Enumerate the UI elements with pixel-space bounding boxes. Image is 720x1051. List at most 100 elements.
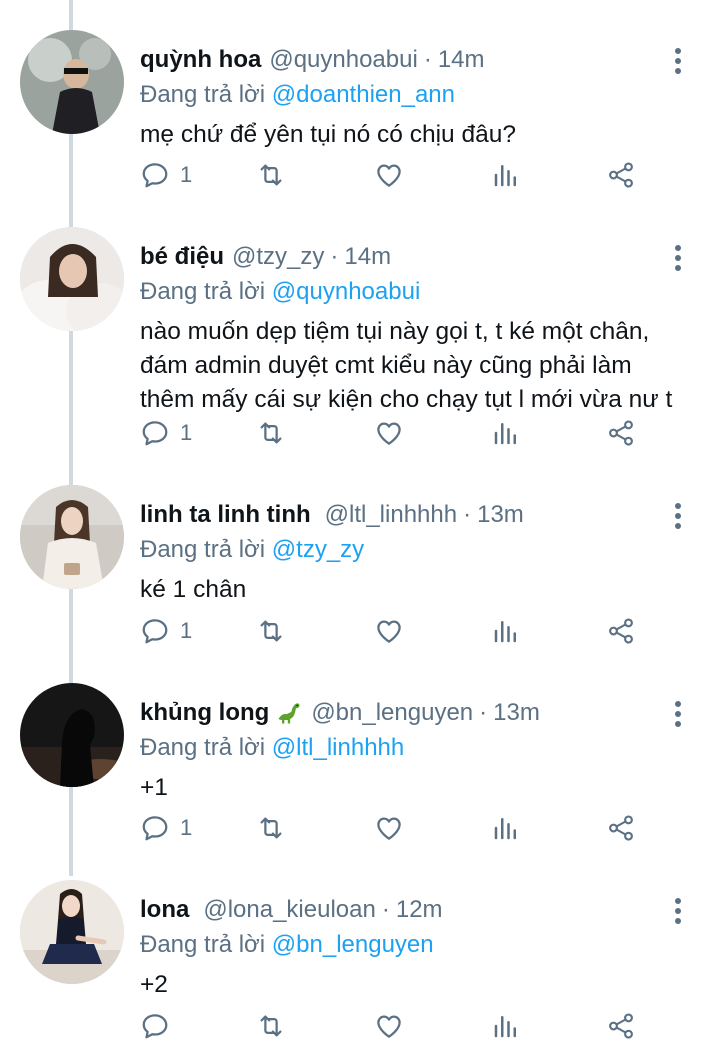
retweet-icon (260, 1015, 282, 1037)
analytics-button[interactable] (491, 1006, 521, 1046)
heart-icon (377, 1015, 401, 1038)
reply-to-mention[interactable]: @doanthien_ann (272, 81, 455, 108)
speech-bubble-icon (142, 1014, 168, 1039)
more-options-icon[interactable] (666, 697, 690, 731)
avatar[interactable] (20, 485, 124, 589)
analytics-button[interactable] (491, 611, 521, 651)
reply-to-mention[interactable]: @tzy_zy (272, 536, 364, 563)
share-button[interactable] (606, 155, 636, 195)
display-name[interactable]: quỳnh hoa (140, 44, 261, 76)
timestamp[interactable]: 13m (477, 499, 524, 531)
share-button[interactable] (606, 413, 636, 453)
reply-prefix: Đang trả lời (140, 278, 266, 305)
more-options-icon[interactable] (666, 44, 690, 78)
retweet-icon (260, 620, 282, 642)
tweet-text-line: +2 (140, 971, 168, 998)
reply-prefix: Đang trả lời (140, 734, 266, 761)
retweet-button[interactable] (256, 808, 286, 848)
retweet-button[interactable] (256, 155, 286, 195)
user-handle[interactable]: @lona_kieuloan (203, 894, 376, 926)
retweet-icon (260, 422, 282, 444)
like-button[interactable] (374, 808, 404, 848)
tweet-header: lona @lona_kieuloan · 12m (140, 894, 443, 926)
replying-to: Đang trả lời @tzy_zy (140, 534, 364, 566)
tweet-text: nào muốn dẹp tiệm tụi này gọi t, t ké mộ… (140, 315, 710, 417)
analytics-button[interactable] (491, 413, 521, 453)
avatar[interactable] (20, 880, 124, 984)
bar-chart-icon (494, 621, 516, 643)
like-button[interactable] (374, 1006, 404, 1046)
avatar[interactable] (20, 30, 124, 134)
more-options-icon[interactable] (666, 894, 690, 928)
tweet-text: +1 (140, 771, 710, 805)
speech-bubble-icon (142, 421, 168, 446)
user-handle[interactable]: @bn_lenguyen (311, 697, 473, 729)
share-icon (609, 420, 633, 446)
more-options-icon[interactable] (666, 241, 690, 275)
timestamp[interactable]: 12m (396, 894, 443, 926)
retweet-button[interactable] (256, 1006, 286, 1046)
user-handle[interactable]: @ltl_linhhhh (325, 499, 457, 531)
share-button[interactable] (606, 1006, 636, 1046)
tweet-text: mẹ chứ để yên tụi nó có chịu đâu? (140, 118, 710, 152)
reply-button[interactable]: 1 (140, 808, 192, 848)
tweet-header: bé điệu @tzy_zy · 14m (140, 241, 391, 273)
display-name[interactable]: khủng long (140, 697, 269, 729)
share-icon (609, 1013, 633, 1039)
analytics-button[interactable] (491, 155, 521, 195)
tweet-text: ké 1 chân (140, 573, 710, 607)
reply-to-mention[interactable]: @quynhoabui (272, 278, 420, 305)
reply-prefix: Đang trả lời (140, 81, 266, 108)
share-button[interactable] (606, 611, 636, 651)
tweet-text-line: nào muốn dẹp tiệm tụi này gọi t, t ké mộ… (140, 318, 650, 345)
like-button[interactable] (374, 611, 404, 651)
avatar[interactable] (20, 227, 124, 331)
like-button[interactable] (374, 155, 404, 195)
retweet-button[interactable] (256, 413, 286, 453)
more-options-icon[interactable] (666, 499, 690, 533)
timestamp[interactable]: 13m (493, 697, 540, 729)
reply-button[interactable] (140, 1006, 180, 1046)
avatar[interactable] (20, 683, 124, 787)
reply-prefix: Đang trả lời (140, 931, 266, 958)
action-bar: 1 (0, 155, 720, 195)
separator-dot: · (463, 501, 472, 528)
action-bar: 1 (0, 611, 720, 651)
tweet-text-line: mẹ chứ để yên tụi nó có chịu đâu? (140, 121, 516, 148)
reply-thread: quỳnh hoa @quynhoabui · 14m Đang trả lời… (0, 0, 720, 1051)
timestamp[interactable]: 14m (438, 44, 485, 76)
reply-button[interactable]: 1 (140, 413, 192, 453)
reply-prefix: Đang trả lời (140, 536, 266, 563)
tweet-header: linh ta linh tinh @ltl_linhhhh · 13m (140, 499, 524, 531)
display-name[interactable]: bé điệu (140, 241, 224, 273)
user-handle[interactable]: @quynhoabui (269, 44, 417, 76)
reply-button[interactable]: 1 (140, 611, 192, 651)
heart-icon (377, 817, 401, 840)
heart-icon (377, 422, 401, 445)
retweet-button[interactable] (256, 611, 286, 651)
reply-to-mention[interactable]: @bn_lenguyen (272, 931, 434, 958)
speech-bubble-icon (142, 816, 168, 841)
tweet-text-line: đám admin duyệt cmt kiểu này cũng phải l… (140, 352, 632, 379)
display-name[interactable]: lona (140, 894, 189, 926)
retweet-icon (260, 817, 282, 839)
reply-to-mention[interactable]: @ltl_linhhhh (272, 734, 404, 761)
reply-button[interactable]: 1 (140, 155, 192, 195)
like-button[interactable] (374, 413, 404, 453)
timestamp[interactable]: 14m (344, 241, 391, 273)
display-name[interactable]: linh ta linh tinh (140, 499, 311, 531)
separator-dot: · (381, 896, 390, 923)
replying-to: Đang trả lời @bn_lenguyen (140, 929, 434, 961)
reply-count: 1 (180, 162, 193, 187)
tweet-text-line: +1 (140, 774, 168, 801)
reply-count: 1 (180, 815, 193, 840)
dinosaur-emoji-icon (278, 703, 300, 724)
separator-dot: · (330, 243, 339, 270)
analytics-button[interactable] (491, 808, 521, 848)
tweet-header: khủng long @bn_lenguyen · 13m (140, 697, 540, 729)
heart-icon (377, 620, 401, 643)
share-button[interactable] (606, 808, 636, 848)
replying-to: Đang trả lời @ltl_linhhhh (140, 732, 404, 764)
user-handle[interactable]: @tzy_zy (232, 241, 324, 273)
replying-to: Đang trả lời @quynhoabui (140, 276, 420, 308)
